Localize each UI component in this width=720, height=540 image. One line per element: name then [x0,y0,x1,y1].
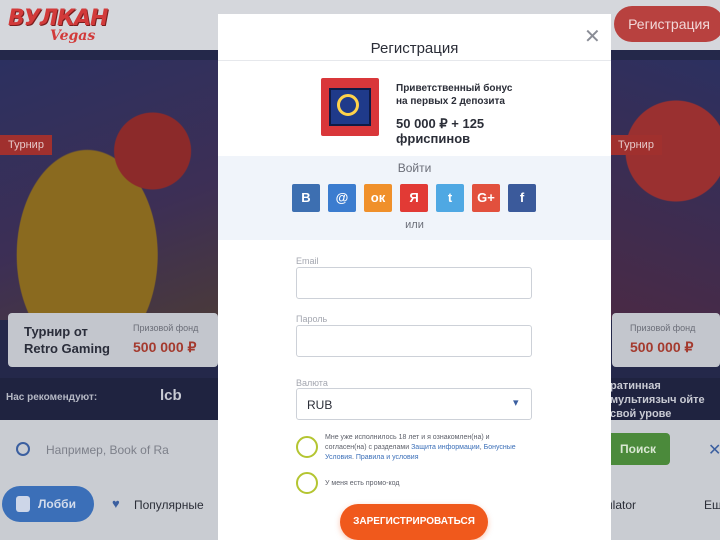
prize-label-right: Призовой фонд [630,323,696,333]
hero-art-left [0,60,218,320]
password-field[interactable] [296,325,532,357]
register-submit-button[interactable]: ЗАРЕГИСТРИРОВАТЬСЯ [340,504,488,540]
tournament-title: Турнир от Retro Gaming [24,324,110,356]
promo-checkbox[interactable] [296,472,318,494]
heart-icon: ♥ [112,496,120,511]
tab-more[interactable]: Еш [704,498,720,512]
search-icon [16,442,30,456]
link-privacy[interactable]: Защита информации [411,444,480,451]
odnoklassniki-icon[interactable]: ок [364,184,392,212]
yandex-icon[interactable]: Я [400,184,428,212]
currency-select[interactable]: RUB ▾ [296,388,532,420]
currency-label: Валюта [296,378,328,388]
vk-icon[interactable]: B [292,184,320,212]
password-label: Пароль [296,314,328,324]
prize-label: Призовой фонд [133,323,199,333]
logo-sub: Vegas [50,28,96,44]
registration-modal: Регистрация ✕ Приветственный бонус на пе… [218,14,611,540]
link-terms[interactable]: Правила и условия [356,454,419,461]
hero-art-right [610,60,720,320]
recommend-label: Нас рекомендуют: [6,392,98,403]
recommend-right-text: ратинная мультиязыч ойте свой урове [610,380,705,420]
bonus-safe-image [321,78,379,136]
prize-value: 500 000 ₽ [133,339,197,355]
safe-dial [337,94,359,116]
google-plus-icon[interactable]: G+ [472,184,500,212]
agree-text: Мне уже исполнилось 18 лет и я ознакомле… [325,434,516,461]
mailru-icon[interactable]: @ [328,184,356,212]
divider [218,60,611,61]
modal-close-icon[interactable]: ✕ [584,24,601,49]
chevron-down-icon: ▾ [513,397,519,409]
agree-checkbox[interactable] [296,436,318,458]
twitter-icon[interactable]: t [436,184,464,212]
prize-value-right: 500 000 ₽ [630,339,694,355]
promo-text: У меня есть промо-код [325,480,400,487]
tournament-card-left[interactable]: Турнир от Retro Gaming Призовой фонд 500… [8,313,218,367]
search-button[interactable]: Поиск [606,433,670,465]
close-icon[interactable]: ✕ [708,440,720,460]
or-label: или [405,219,424,231]
bonus-description: Приветственный бонус на первых 2 депозит… [396,83,513,107]
tournament-tag-right: Турнир [610,135,662,155]
lobby-icon [16,496,30,512]
tab-popular[interactable]: Популярные [134,498,204,512]
modal-title: Регистрация [370,40,459,57]
email-label: Email [296,256,319,266]
email-field[interactable] [296,267,532,299]
login-label: Войти [397,161,432,175]
currency-value: RUB [307,398,333,412]
tournament-tag-left: Турнир [0,135,52,155]
tournament-card-right[interactable]: Призовой фонд 500 000 ₽ [612,313,720,367]
facebook-icon[interactable]: f [508,184,536,212]
header-register-button[interactable]: Регистрация [614,6,720,42]
search-input[interactable]: Например, Book of Ra [46,443,169,457]
lcb-logo: lcb [160,387,182,404]
bonus-amount: 50 000 ₽ + 125 фриспинов [396,116,485,146]
logo[interactable]: ВУЛКАН Vegas [6,6,114,48]
